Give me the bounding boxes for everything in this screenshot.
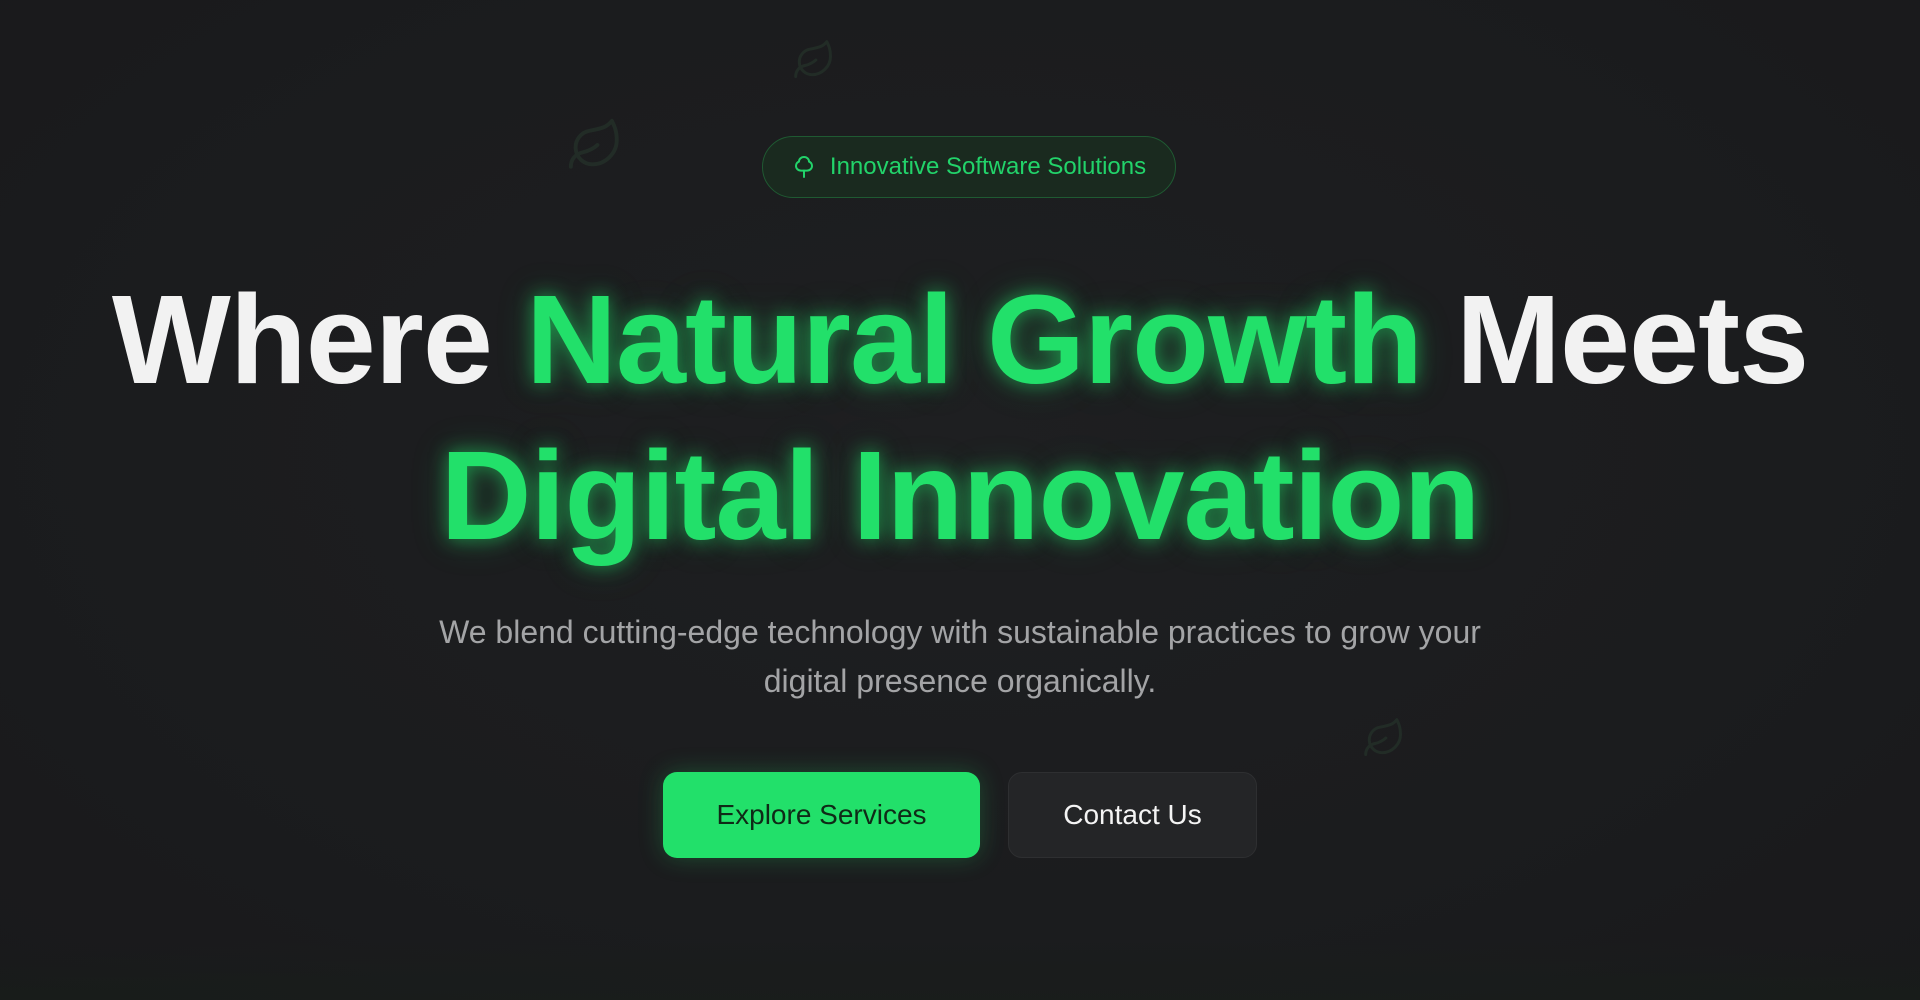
explore-services-button[interactable]: Explore Services <box>663 772 980 858</box>
hero-section: Innovative Software Solutions Where Natu… <box>0 0 1920 1000</box>
headline-accent-1: Natural Growth <box>525 269 1423 410</box>
headline-part-2: Meets <box>1422 269 1809 410</box>
subtitle-line-2: digital presence organically. <box>763 663 1157 699</box>
hero-headline: Where Natural Growth Meets Digital Innov… <box>0 262 1920 574</box>
bottom-fade <box>0 940 1920 1000</box>
headline-part-1: Where <box>111 269 526 410</box>
tree-icon <box>792 154 816 180</box>
hero-badge: Innovative Software Solutions <box>762 136 1176 198</box>
hero-subtitle: We blend cutting-edge technology with su… <box>360 608 1560 706</box>
hero-actions: Explore Services Contact Us <box>0 772 1920 858</box>
contact-us-button[interactable]: Contact Us <box>1008 772 1257 858</box>
badge-text: Innovative Software Solutions <box>829 153 1147 180</box>
leaf-icon <box>792 38 836 82</box>
subtitle-line-1: We blend cutting-edge technology with su… <box>439 614 1481 650</box>
headline-accent-2: Digital Innovation <box>440 425 1481 566</box>
leaf-icon <box>1362 716 1406 760</box>
leaf-icon <box>566 116 624 174</box>
